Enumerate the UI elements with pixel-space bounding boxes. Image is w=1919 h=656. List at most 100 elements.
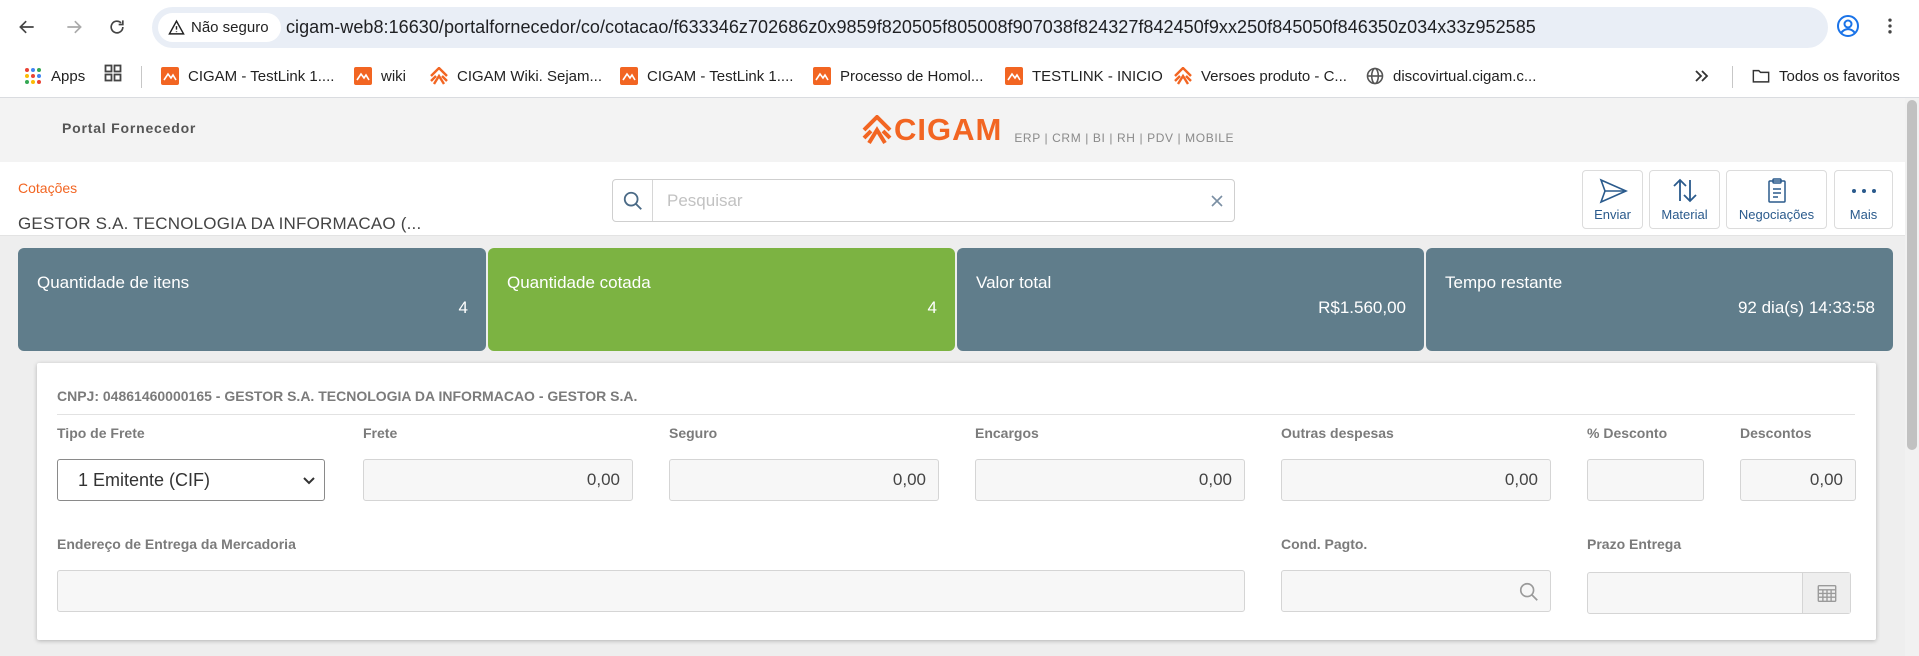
freight-field[interactable]: 0,00: [363, 459, 633, 501]
material-label: Material: [1661, 207, 1708, 222]
charges-field[interactable]: 0,00: [975, 459, 1245, 501]
send-button[interactable]: Enviar: [1582, 170, 1643, 229]
freight-type-select[interactable]: 1 Emitente (CIF): [57, 459, 325, 501]
browser-menu-icon[interactable]: [1880, 15, 1900, 37]
insurance-label: Seguro: [669, 425, 718, 441]
tab-groups-icon[interactable]: [104, 64, 122, 82]
search-box: [612, 179, 1235, 222]
bookmark-item[interactable]: CIGAM - TestLink 1....: [620, 65, 793, 87]
forward-button[interactable]: [57, 10, 91, 44]
other-expenses-label: Outras despesas: [1281, 425, 1394, 441]
security-chip[interactable]: Não seguro: [158, 13, 281, 42]
quotation-form-panel: CNPJ: 04861460000165 - GESTOR S.A. TECNO…: [37, 363, 1876, 640]
reload-button[interactable]: [100, 10, 134, 44]
globe-icon: [1366, 67, 1384, 85]
discount-percent-field[interactable]: [1587, 459, 1704, 501]
testlink-icon: [620, 67, 638, 85]
search-divider: [652, 180, 653, 221]
freight-value: 0,00: [586, 470, 620, 489]
double-chevron-right-icon: [1695, 70, 1709, 82]
breadcrumb[interactable]: Cotações: [18, 180, 77, 196]
negotiations-label: Negociações: [1738, 207, 1815, 222]
cigam-logo[interactable]: CIGAM ERP | CRM | BI | RH | PDV | MOBILE: [862, 112, 1234, 147]
card-title: Tempo restante: [1445, 273, 1563, 292]
back-button[interactable]: [10, 10, 44, 44]
charges-label: Encargos: [975, 425, 1039, 441]
bookmark-apps[interactable]: Apps: [24, 65, 85, 87]
bookmark-separator: [1732, 66, 1733, 88]
negotiations-button[interactable]: Negociações: [1726, 170, 1827, 229]
more-button[interactable]: Mais: [1834, 170, 1893, 229]
other-expenses-field[interactable]: 0,00: [1281, 459, 1551, 501]
bookmark-item[interactable]: discovirtual.cigam.c...: [1366, 65, 1536, 87]
browser-toolbar: Não seguro cigam-web8:16630/portalfornec…: [0, 0, 1919, 55]
bookmark-label: discovirtual.cigam.c...: [1393, 67, 1537, 85]
warning-icon: [168, 19, 185, 35]
delivery-deadline-field[interactable]: [1587, 572, 1851, 614]
payment-terms-field[interactable]: [1281, 570, 1551, 612]
more-label: Mais: [1849, 207, 1878, 222]
bookmark-item[interactable]: CIGAM Wiki. Sejam...: [430, 65, 602, 87]
calendar-button[interactable]: [1802, 573, 1850, 613]
bookmark-item[interactable]: CIGAM - TestLink 1....: [161, 65, 334, 87]
bookmark-item[interactable]: Processo de Homol...: [813, 65, 983, 87]
testlink-icon: [813, 67, 831, 85]
chevron-down-icon: [303, 477, 315, 485]
folder-icon: [1752, 69, 1770, 83]
discounts-label: Descontos: [1740, 425, 1812, 441]
delivery-deadline-label: Prazo Entrega: [1587, 536, 1682, 552]
page-toolbar: Cotações GESTOR S.A. TECNOLOGIA DA INFOR…: [0, 162, 1919, 236]
send-label: Enviar: [1594, 207, 1631, 222]
supplier-name: GESTOR S.A. TECNOLOGIA DA INFORMACAO (..…: [18, 214, 422, 233]
app-header: Portal Fornecedor CIGAM ERP | CRM | BI |…: [0, 98, 1919, 162]
page-scrollbar-thumb[interactable]: [1907, 100, 1917, 450]
insurance-value: 0,00: [892, 470, 926, 489]
delivery-address-label: Endereço de Entrega da Mercadoria: [57, 536, 296, 552]
card-value: R$1.560,00: [1318, 298, 1406, 317]
bookmark-label: Processo de Homol...: [840, 67, 984, 85]
charges-value: 0,00: [1198, 470, 1232, 489]
search-icon[interactable]: [1518, 581, 1540, 603]
document-icon: [1767, 178, 1786, 203]
discount-percent-label: % Desconto: [1587, 425, 1668, 441]
insurance-field[interactable]: 0,00: [669, 459, 939, 501]
bookmark-label: CIGAM Wiki. Sejam...: [457, 67, 603, 85]
url-text[interactable]: cigam-web8:16630/portalfornecedor/co/cot…: [286, 17, 1536, 38]
bookmark-item[interactable]: TESTLINK - INICIO: [1005, 65, 1163, 87]
calendar-icon: [1817, 584, 1836, 602]
card-total-value: Valor total R$1.560,00: [957, 248, 1424, 351]
all-bookmarks-button[interactable]: Todos os favoritos: [1752, 65, 1900, 87]
bookmarks-bar: Apps CIGAM - TestLink 1.... wiki CIGAM W…: [0, 55, 1919, 98]
send-icon: [1599, 178, 1628, 204]
bookmark-item[interactable]: Versoes produto - C...: [1174, 65, 1347, 87]
discounts-value: 0,00: [1809, 470, 1843, 489]
security-label: Não seguro: [191, 19, 269, 36]
bookmark-label: Versoes produto - C...: [1201, 67, 1347, 85]
clear-search-icon[interactable]: [1209, 193, 1225, 209]
divider: [57, 414, 1855, 415]
apps-grid-icon: [25, 68, 41, 84]
material-button[interactable]: Material: [1649, 170, 1720, 229]
cigam-logo-mark-icon: [862, 115, 892, 145]
profile-icon[interactable]: [1836, 14, 1860, 38]
bookmark-label: wiki: [381, 67, 406, 85]
bookmark-separator: [141, 66, 142, 88]
delivery-address-field[interactable]: [57, 570, 1245, 612]
card-quoted-quantity: Quantidade cotada 4: [488, 248, 955, 351]
cigam-icon: [430, 67, 448, 85]
bookmark-item[interactable]: wiki: [354, 65, 406, 87]
discounts-field[interactable]: 0,00: [1740, 459, 1856, 501]
search-icon[interactable]: [622, 190, 644, 212]
search-input[interactable]: [655, 181, 1195, 220]
card-value: 4: [927, 298, 937, 317]
bookmark-label: TESTLINK - INICIO: [1032, 67, 1163, 85]
bookmarks-overflow-button[interactable]: [1692, 65, 1710, 87]
bookmark-label: Apps: [51, 67, 86, 85]
card-item-quantity: Quantidade de itens 4: [18, 248, 486, 351]
card-value: 4: [458, 298, 468, 317]
card-title: Valor total: [976, 273, 1052, 292]
cnpj-header: CNPJ: 04861460000165 - GESTOR S.A. TECNO…: [57, 388, 638, 404]
other-expenses-value: 0,00: [1504, 470, 1538, 489]
logo-text: CIGAM: [894, 112, 1003, 147]
address-bar[interactable]: Não seguro cigam-web8:16630/portalfornec…: [152, 7, 1828, 48]
